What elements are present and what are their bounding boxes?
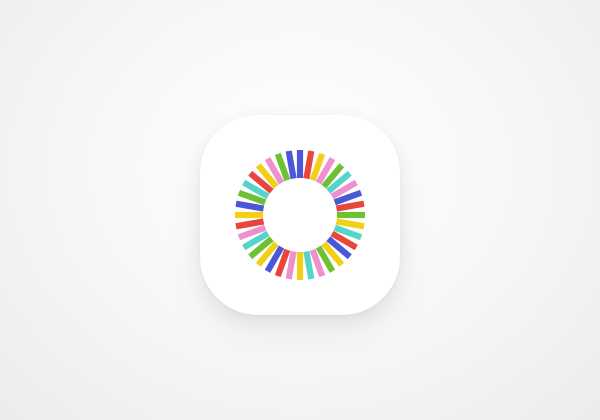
radial-color-burst-icon bbox=[235, 150, 365, 280]
app-icon[interactable] bbox=[200, 115, 400, 315]
color-ray bbox=[337, 211, 365, 219]
background bbox=[0, 0, 600, 420]
color-ray bbox=[296, 252, 304, 280]
color-ray bbox=[296, 150, 304, 178]
color-ray bbox=[235, 211, 263, 219]
